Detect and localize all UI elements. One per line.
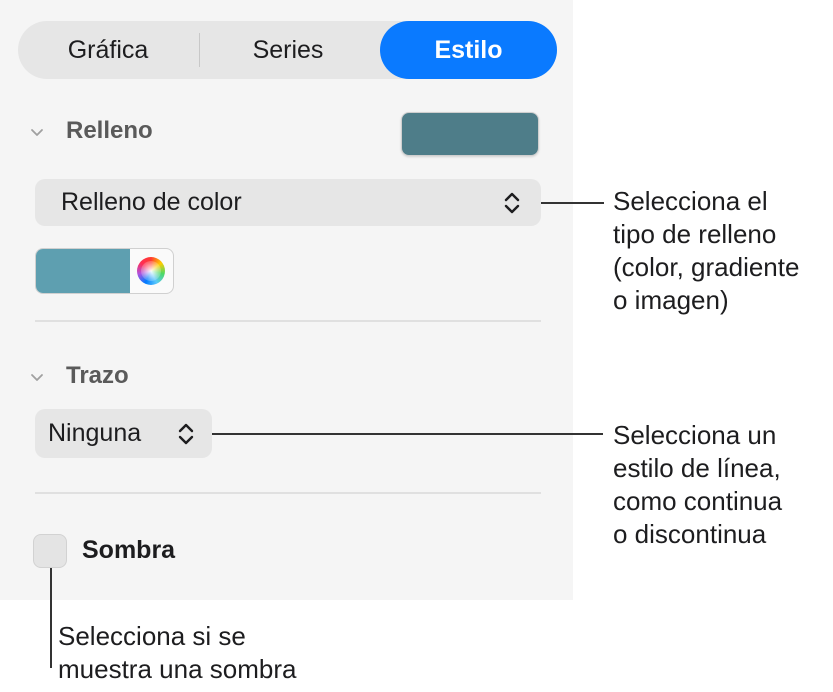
callout-shadow-line: muestra una sombra <box>58 654 297 684</box>
divider <box>35 492 541 494</box>
segmented-control: Gráfica Series Estilo <box>18 21 557 79</box>
divider <box>35 320 541 322</box>
callout-fill-type-line: o imagen) <box>613 285 729 315</box>
color-wheel-icon[interactable] <box>137 257 165 285</box>
callout-stroke-style-line: o discontinua <box>613 519 767 549</box>
callout-line-fill-type <box>541 202 604 204</box>
callout-stroke-style-line: Selecciona un <box>613 420 777 450</box>
shadow-checkbox[interactable] <box>33 534 67 568</box>
chevron-down-icon[interactable] <box>30 371 44 385</box>
tab-grafica[interactable]: Gráfica <box>18 21 198 79</box>
callout-fill-type-line: (color, gradiente <box>613 252 800 282</box>
color-well[interactable] <box>35 248 174 294</box>
tab-series[interactable]: Series <box>198 21 378 79</box>
fill-section-title[interactable]: Relleno <box>66 117 153 145</box>
callout-shadow-line: Selecciona si se <box>58 621 246 651</box>
fill-color-swatch[interactable] <box>401 112 539 156</box>
callout-stroke-style: Selecciona un estilo de línea, como cont… <box>613 419 782 551</box>
up-down-arrows-icon <box>178 423 194 445</box>
color-well-swatch[interactable] <box>36 249 130 293</box>
callout-fill-type-line: Selecciona el <box>613 186 768 216</box>
chevron-down-icon[interactable] <box>30 126 44 140</box>
stroke-style-value: Ninguna <box>48 419 142 447</box>
callout-fill-type: Selecciona el tipo de relleno (color, gr… <box>613 185 799 317</box>
shadow-label[interactable]: Sombra <box>82 536 175 565</box>
callout-line-shadow <box>50 568 52 668</box>
callout-shadow: Selecciona si se muestra una sombra <box>58 620 296 686</box>
tab-estilo[interactable]: Estilo <box>380 21 557 79</box>
callout-stroke-style-line: estilo de línea, <box>613 453 781 483</box>
callout-fill-type-line: tipo de relleno <box>613 219 777 249</box>
fill-type-popup[interactable]: Relleno de color <box>35 179 541 226</box>
up-down-arrows-icon <box>504 192 520 214</box>
stroke-section-title[interactable]: Trazo <box>66 362 129 390</box>
fill-type-value: Relleno de color <box>61 188 242 216</box>
stroke-style-popup[interactable]: Ninguna <box>35 409 212 458</box>
callout-line-stroke-style <box>212 433 603 435</box>
callout-stroke-style-line: como continua <box>613 486 783 516</box>
format-sidebar: Gráfica Series Estilo Relleno Relleno de… <box>0 0 573 600</box>
